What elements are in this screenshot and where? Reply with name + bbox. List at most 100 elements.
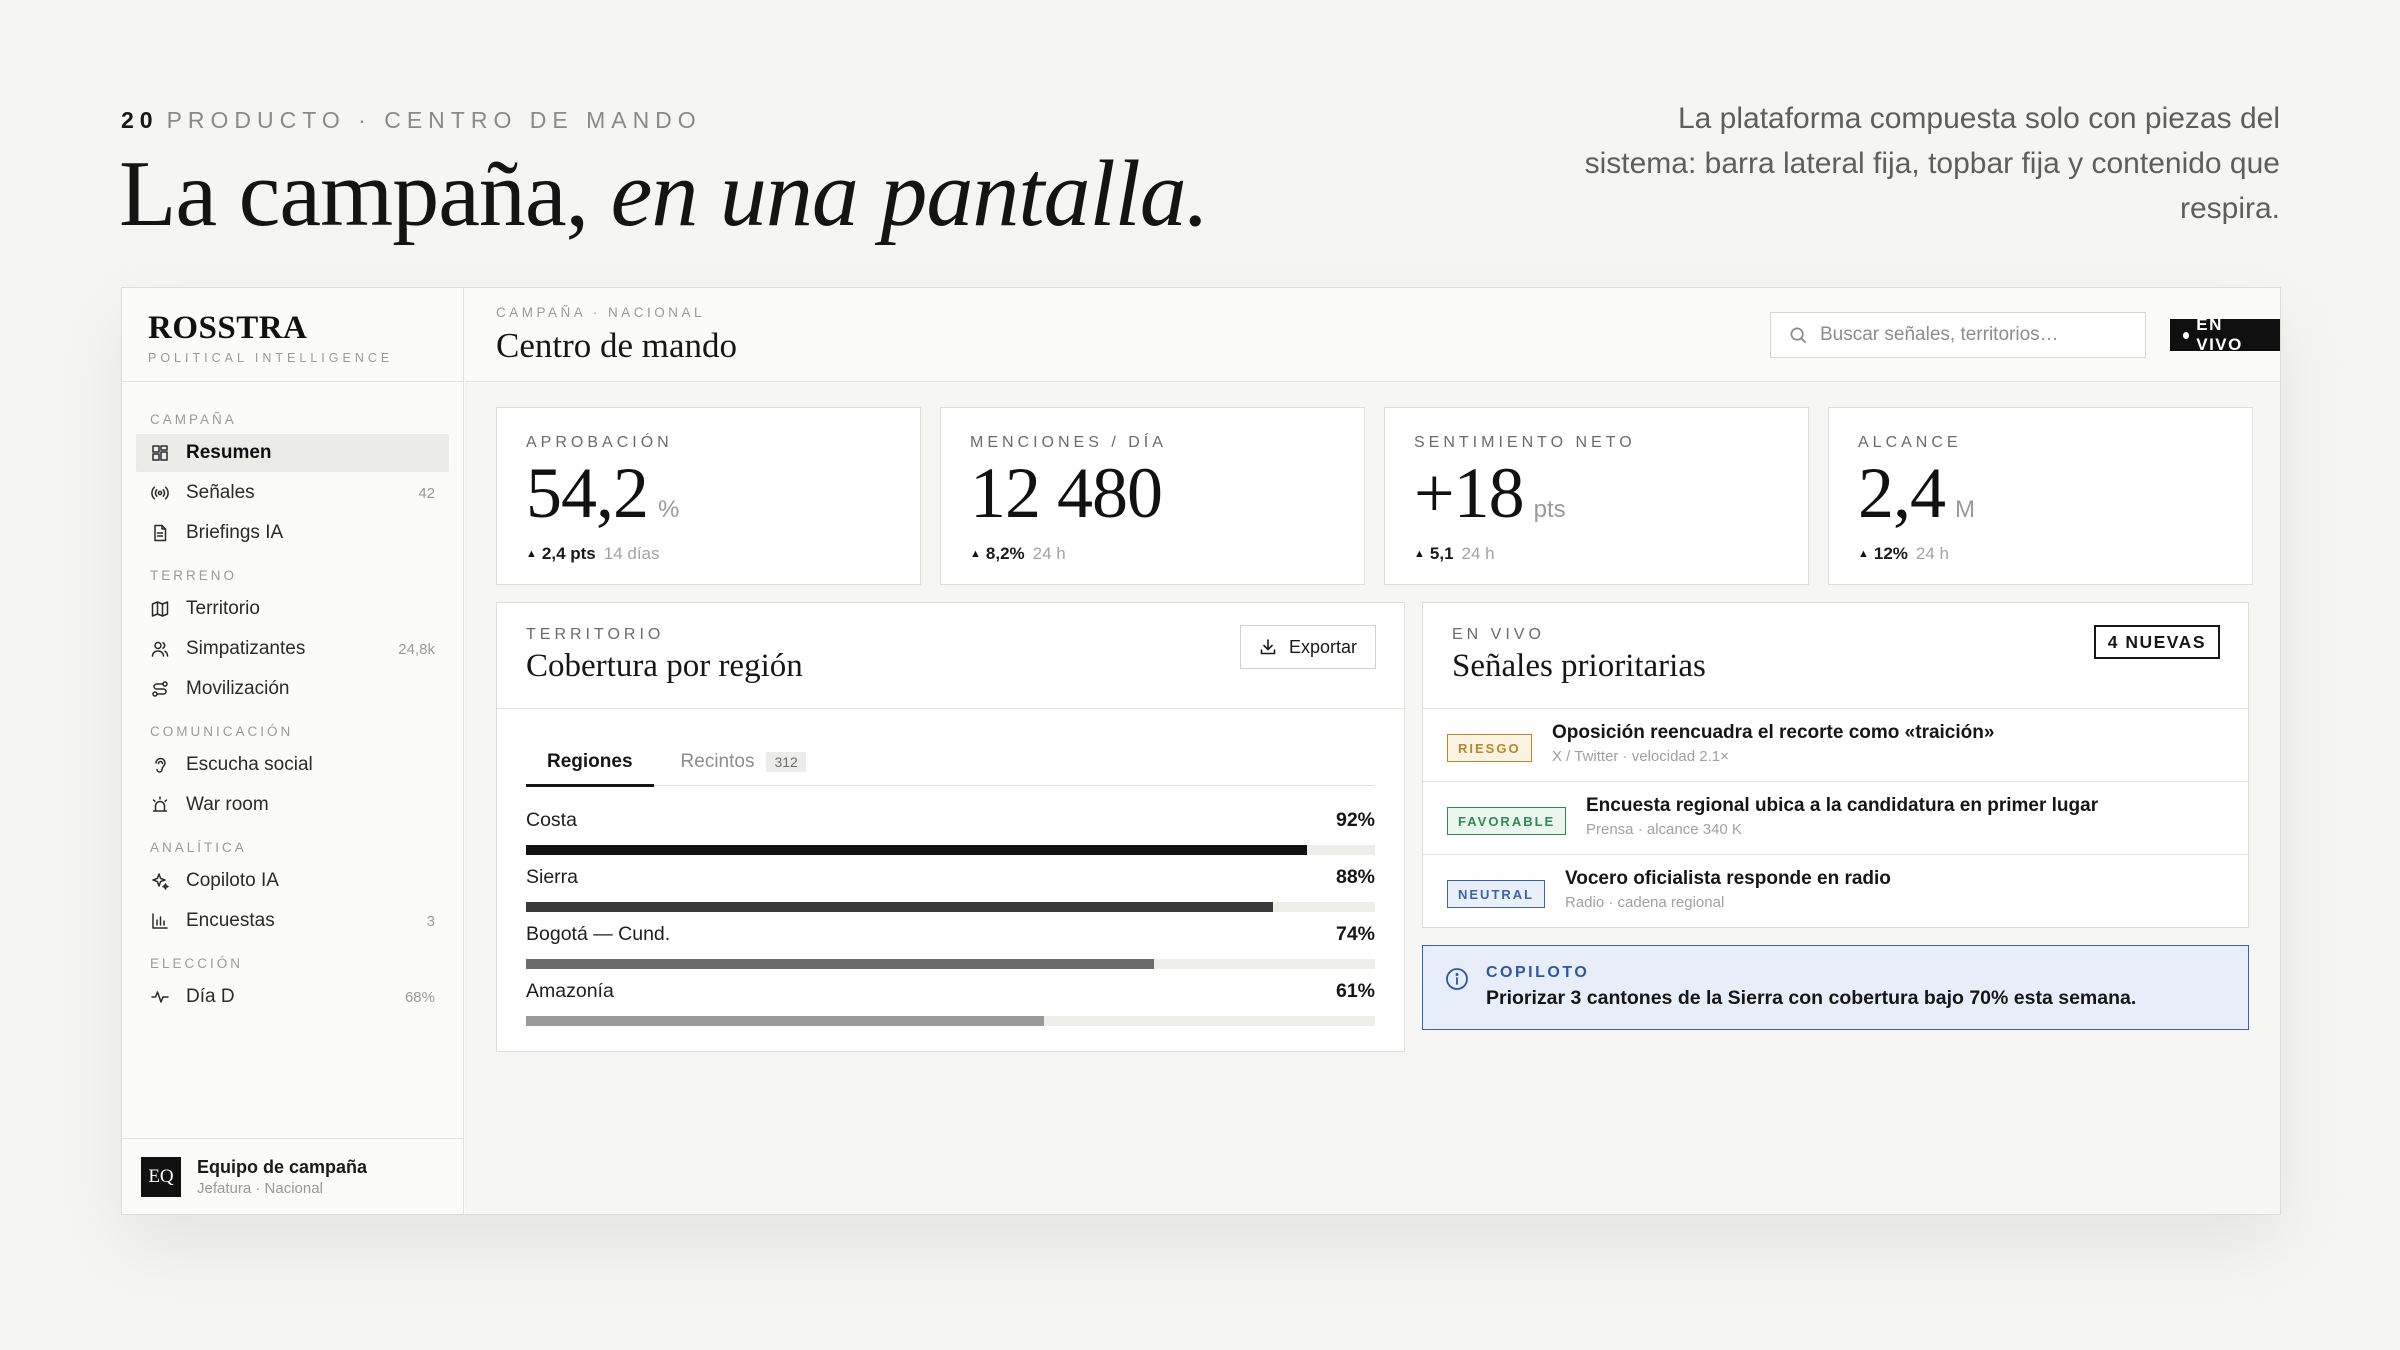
- kpi-delta: 12%: [1873, 544, 1908, 563]
- tab-label: Regiones: [547, 751, 633, 772]
- brand-logo: ROSSTRA: [148, 310, 308, 346]
- copilot-label: COPILOTO: [1486, 964, 1590, 981]
- coverage-panel: TERRITORIO Cobertura por región Exportar…: [496, 602, 1405, 1052]
- kpi-card[interactable]: SENTIMIENTO NETO +18 pts ▲ 5,1 24 h: [1384, 407, 1809, 585]
- kpi-value: 12 480: [970, 453, 1163, 533]
- kpi-card[interactable]: ALCANCE 2,4 M ▲ 12% 24 h: [1828, 407, 2253, 585]
- download-icon: [1260, 639, 1276, 655]
- sidebar-item-label: Encuestas: [186, 910, 275, 931]
- signals-title: Señales prioritarias: [1452, 648, 1706, 684]
- trend-up-icon: ▲: [526, 548, 537, 560]
- search-box[interactable]: [1770, 312, 2146, 358]
- sparkle-icon: [150, 871, 170, 891]
- sidebar-item-movilización[interactable]: Movilización: [136, 670, 449, 708]
- progress-fill: [526, 902, 1274, 912]
- kpi-label: APROBACIÓN: [526, 434, 673, 451]
- sidebar-item-territorio[interactable]: Territorio: [136, 590, 449, 628]
- nav-section-title: ANALÍTICA: [150, 840, 247, 855]
- avatar: EQ: [141, 1156, 181, 1197]
- sidebar-item-simpatizantes[interactable]: Simpatizantes 24,8k: [136, 630, 449, 668]
- sidebar-item-label: Territorio: [186, 598, 260, 619]
- sidebar-item-count: 68%: [404, 988, 435, 1006]
- sidebar-item-label: Escucha social: [186, 754, 313, 775]
- sidebar-item-encuestas[interactable]: Encuestas 3: [136, 902, 449, 940]
- sidebar-item-label: Día D: [186, 986, 235, 1007]
- tab-regiones[interactable]: Regiones: [526, 738, 654, 787]
- brand-tagline: POLITICAL INTELLIGENCE: [148, 351, 394, 365]
- nav-section-title: ELECCIÓN: [150, 956, 244, 971]
- slide-title: La campaña, en una pantalla.: [119, 140, 1210, 248]
- copilot-callout[interactable]: COPILOTO Priorizar 3 cantones de la Sier…: [1422, 945, 2249, 1030]
- region-name: Amazonía: [526, 980, 614, 1002]
- slide-number: 20: [121, 107, 159, 133]
- sidebar-item-count: 24,8k: [398, 640, 435, 658]
- kpi-label: ALCANCE: [1858, 434, 1962, 451]
- topbar: CAMPAÑA · NACIONAL Centro de mando EN VI…: [465, 288, 2280, 382]
- progress-fill: [526, 959, 1155, 969]
- signals-eyebrow: EN VIVO: [1452, 626, 1545, 643]
- trend-up-icon: ▲: [1858, 548, 1869, 560]
- region-name: Bogotá — Cund.: [526, 923, 671, 945]
- kpi-label: SENTIMIENTO NETO: [1414, 434, 1636, 451]
- nav-section-title: COMUNICACIÓN: [150, 724, 294, 739]
- info-icon: [1446, 968, 1468, 990]
- signal-item[interactable]: NEUTRAL Vocero oficialista responde en ra…: [1423, 855, 2248, 928]
- main-content: APROBACIÓN 54,2% ▲ 2,4 pts 14 días MENCIONES …: [465, 383, 2280, 1214]
- sidebar-item-war-room[interactable]: War room: [136, 786, 449, 824]
- sidebar-item-briefings-ia[interactable]: Briefings IA: [136, 514, 449, 552]
- kpi-period: 14 días: [603, 544, 660, 563]
- region-row[interactable]: Amazonía 61%: [526, 980, 1375, 1037]
- tab-recintos[interactable]: Recintos 312: [660, 738, 827, 786]
- search-input[interactable]: [1820, 324, 2140, 346]
- tab-count-badge: 312: [766, 752, 806, 772]
- region-name: Costa: [526, 809, 577, 831]
- kpi-card[interactable]: APROBACIÓN 54,2% ▲ 2,4 pts 14 días: [496, 407, 921, 585]
- trend-up-icon: ▲: [970, 548, 981, 560]
- nav-section-title: TERRENO: [150, 568, 238, 583]
- page-title: Centro de mando: [496, 326, 738, 365]
- progress-track: [526, 1016, 1375, 1026]
- brand[interactable]: ROSSTRA POLITICAL INTELLIGENCE: [122, 288, 463, 382]
- user-profile[interactable]: EQ Equipo de campaña Jefatura · Nacional: [122, 1138, 463, 1214]
- signals-panel: EN VIVO Señales prioritarias 4 NUEVAS RI…: [1422, 602, 2249, 928]
- signal-item[interactable]: FAVORABLE Encuesta regional ubica a la ca…: [1423, 782, 2248, 855]
- sidebar-nav: CAMPAÑA Resumen Señales 42 Briefings IA TERRE…: [122, 382, 463, 1016]
- signal-tag: NEUTRAL: [1447, 880, 1546, 908]
- progress-track: [526, 902, 1375, 912]
- trend-up-icon: ▲: [1414, 548, 1425, 560]
- region-percent: 74%: [1335, 923, 1375, 945]
- slide-title-italic: en una pantalla.: [610, 142, 1210, 246]
- sidebar-item-count: 42: [418, 484, 435, 502]
- signal-title: Oposición reencuadra el recorte como «tr…: [1552, 722, 1995, 743]
- export-label: Exportar: [1288, 636, 1357, 657]
- map-icon: [150, 599, 170, 619]
- sidebar-item-señales[interactable]: Señales 42: [136, 474, 449, 512]
- slide-description: La plataforma compuesta solo con piezas …: [1584, 102, 2280, 225]
- sidebar-item-escucha-social[interactable]: Escucha social: [136, 746, 449, 784]
- live-badge: EN VIVO: [2170, 315, 2280, 354]
- sidebar-item-label: Movilización: [186, 678, 290, 699]
- sidebar-item-copiloto-ia[interactable]: Copiloto IA: [136, 862, 449, 900]
- region-name: Sierra: [526, 866, 579, 888]
- region-row[interactable]: Costa 92%: [526, 809, 1375, 866]
- region-row[interactable]: Bogotá — Cund. 74%: [526, 923, 1375, 980]
- ear-icon: [150, 755, 170, 775]
- new-signals-badge[interactable]: 4 NUEVAS: [2093, 625, 2220, 659]
- sidebar-item-resumen[interactable]: Resumen: [136, 434, 449, 472]
- coverage-tabs: Regiones Recintos 312: [526, 738, 1375, 787]
- users-icon: [150, 639, 170, 659]
- sidebar-item-label: Señales: [186, 482, 255, 503]
- sidebar: ROSSTRA POLITICAL INTELLIGENCE CAMPAÑA Re…: [122, 288, 464, 1214]
- sidebar-item-día-d[interactable]: Día D 68%: [136, 978, 449, 1016]
- export-button[interactable]: Exportar: [1239, 625, 1376, 669]
- region-row[interactable]: Sierra 88%: [526, 866, 1375, 923]
- kpi-delta: 5,1: [1429, 544, 1454, 563]
- tab-label: Recintos: [680, 751, 755, 772]
- kpi-card[interactable]: MENCIONES / DÍA 12 480 ▲ 8,2% 24 h: [940, 407, 1365, 585]
- kpi-period: 24 h: [1461, 544, 1495, 563]
- signal-meta: Prensa · alcance 340 K: [1586, 821, 1742, 838]
- coverage-title: Cobertura por región: [526, 648, 803, 684]
- kpi-value: 54,2: [526, 453, 649, 533]
- signal-item[interactable]: RIESGO Oposición reencuadra el recorte co…: [1423, 709, 2248, 782]
- nav-section-title: CAMPAÑA: [150, 412, 237, 427]
